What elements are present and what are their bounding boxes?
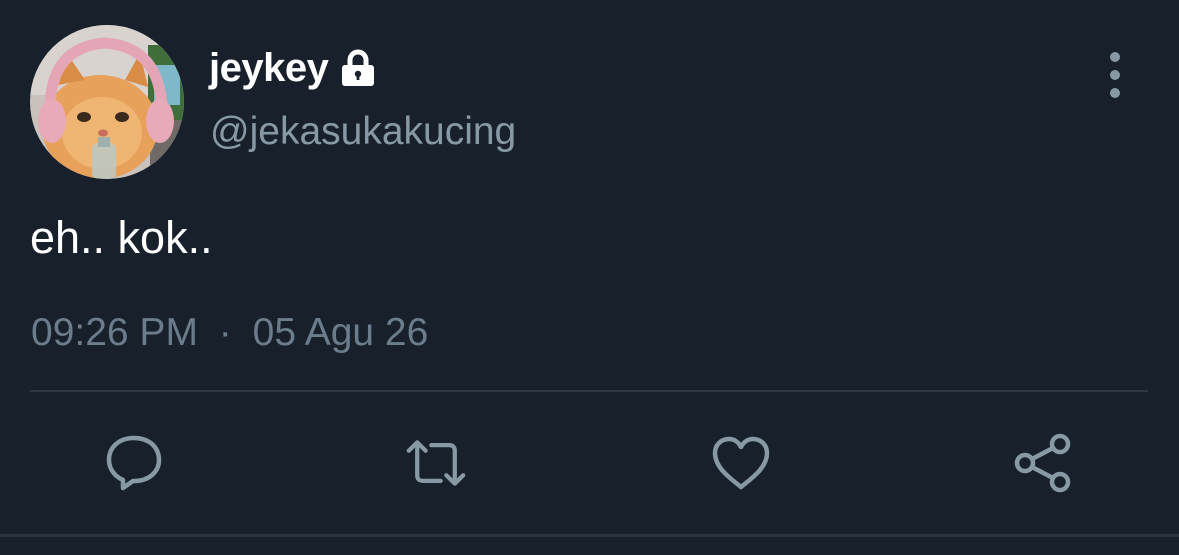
timestamp-separator: · — [218, 311, 232, 354]
reply-button[interactable] — [103, 432, 165, 494]
retweet-icon — [406, 440, 466, 486]
timestamp-time: 09:26 PM — [31, 311, 198, 354]
heart-icon — [712, 436, 770, 490]
tweet-timestamp[interactable]: 09:26 PM · 05 Agu 26 — [31, 311, 428, 355]
more-vertical-icon — [1110, 52, 1120, 62]
tweet-text: eh.. kok.. — [30, 212, 213, 263]
more-options-button[interactable] — [1098, 52, 1132, 98]
display-name[interactable]: jeykey — [209, 46, 329, 91]
more-vertical-icon-dot — [1110, 88, 1120, 98]
author-handle[interactable]: @jekasukakucing — [210, 110, 516, 154]
divider — [30, 390, 1148, 392]
retweet-button[interactable] — [405, 432, 467, 494]
share-button[interactable] — [1012, 432, 1074, 494]
bottom-divider — [0, 534, 1179, 537]
author-name-row: jeykey — [209, 42, 378, 94]
avatar-image — [30, 25, 184, 179]
reply-icon — [106, 435, 162, 491]
avatar[interactable] — [30, 25, 184, 179]
timestamp-date: 05 Agu 26 — [252, 311, 429, 354]
lock-icon — [338, 48, 378, 88]
share-icon — [1014, 433, 1071, 493]
like-button[interactable] — [710, 432, 772, 494]
more-vertical-icon-dot — [1110, 70, 1120, 80]
tweet-detail: jeykey @jekasukakucing eh.. kok.. 09:26 … — [0, 0, 1179, 555]
